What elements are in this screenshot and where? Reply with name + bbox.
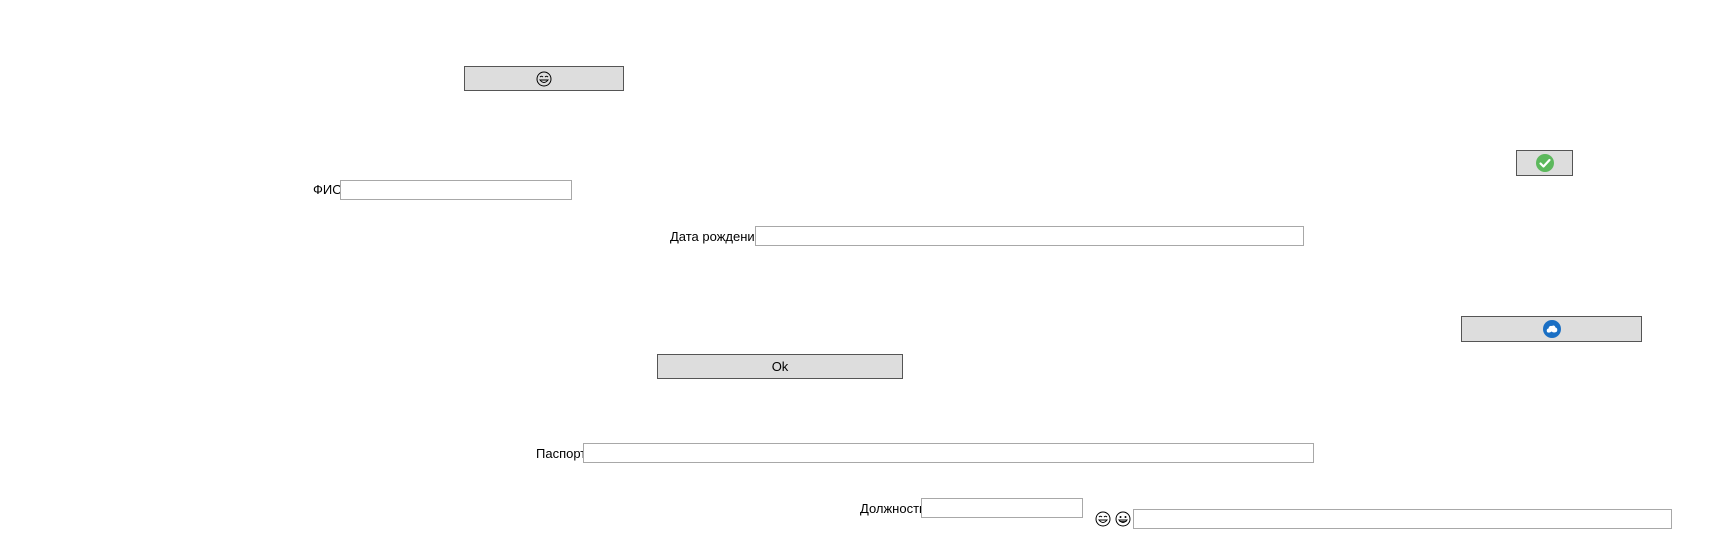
green-checkmark-icon	[1535, 154, 1554, 172]
grinning-face-icon[interactable]	[1115, 511, 1131, 527]
laughing-face-icon[interactable]	[1095, 511, 1111, 527]
confirm-check-button[interactable]	[1516, 150, 1573, 176]
passport-label: Паспорт	[536, 446, 587, 461]
laughing-face-icon	[536, 71, 552, 86]
cloud-button[interactable]	[1461, 316, 1642, 342]
birth-date-input[interactable]	[755, 226, 1304, 246]
fio-label: ФИО	[313, 182, 343, 197]
passport-input[interactable]	[583, 443, 1314, 463]
ok-button[interactable]: Ok	[657, 354, 903, 379]
laugh-emoji-button[interactable]	[464, 66, 624, 91]
position-input[interactable]	[921, 498, 1083, 518]
extra-input[interactable]	[1133, 509, 1672, 529]
birth-date-label: Дата рождения	[670, 229, 762, 244]
blue-cloud-icon	[1542, 320, 1561, 338]
position-label: Должность	[860, 501, 926, 516]
fio-input[interactable]	[340, 180, 572, 200]
